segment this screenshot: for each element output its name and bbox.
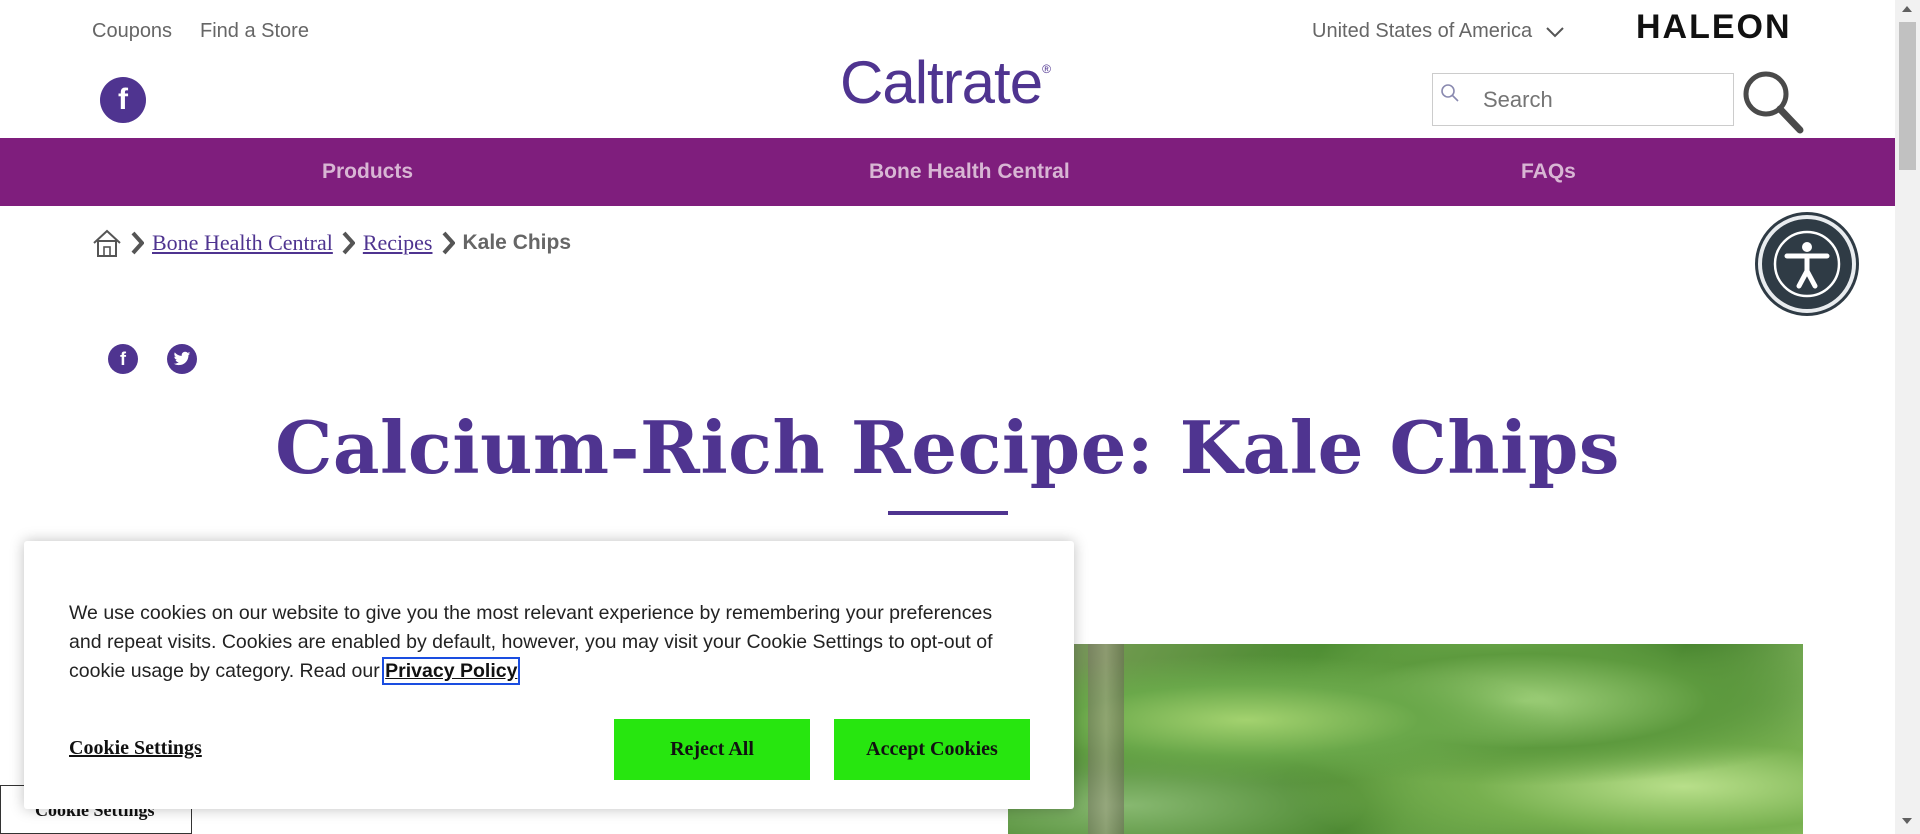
country-label: United States of America: [1312, 20, 1533, 42]
chevron-right-icon: [131, 231, 144, 255]
facebook-icon: f: [120, 348, 126, 369]
search-input[interactable]: [1481, 86, 1725, 114]
title-divider: [888, 511, 1008, 515]
brand-logo-text: Caltrate: [840, 49, 1043, 116]
cookie-settings-link[interactable]: Cookie Settings: [69, 737, 202, 760]
facebook-icon[interactable]: f: [100, 77, 146, 123]
search-field: [1432, 73, 1734, 126]
scrollbar[interactable]: [1895, 0, 1920, 834]
privacy-policy-link[interactable]: Privacy Policy: [382, 657, 521, 685]
breadcrumb-bone-health-central[interactable]: Bone Health Central: [152, 230, 333, 256]
main-nav: Products Bone Health Central FAQs: [0, 138, 1895, 206]
share-facebook-button[interactable]: f: [108, 344, 138, 374]
registered-mark: ®: [1042, 62, 1051, 76]
find-store-link[interactable]: Find a Store: [200, 20, 309, 43]
chevron-right-icon: [342, 231, 355, 255]
accessibility-button[interactable]: [1758, 215, 1856, 313]
home-icon[interactable]: [92, 228, 122, 258]
reject-all-button[interactable]: Reject All: [614, 719, 810, 780]
brand-logo[interactable]: Caltrate®: [840, 48, 1051, 117]
search-button[interactable]: [1740, 68, 1804, 134]
kale-chips-image: [1008, 644, 1803, 834]
scroll-down-icon[interactable]: [1902, 818, 1912, 824]
nav-item-faqs[interactable]: FAQs: [1521, 160, 1576, 184]
accessibility-icon: [1773, 230, 1841, 298]
nav-item-bone-health-central[interactable]: Bone Health Central: [869, 160, 1070, 184]
scrollbar-thumb[interactable]: [1899, 22, 1916, 170]
chevron-down-icon: [1546, 26, 1564, 37]
breadcrumb-recipes[interactable]: Recipes: [363, 230, 433, 256]
cookie-message: We use cookies on our website to give yo…: [69, 599, 1029, 686]
country-selector[interactable]: United States of America: [1312, 20, 1564, 43]
haleon-logo[interactable]: HALEON: [1636, 8, 1792, 47]
cookie-banner: We use cookies on our website to give yo…: [24, 541, 1074, 809]
search-icon: [1441, 84, 1459, 102]
nav-item-products[interactable]: Products: [322, 160, 413, 184]
breadcrumb: Bone Health Central Recipes Kale Chips: [92, 228, 571, 258]
accept-cookies-button[interactable]: Accept Cookies: [834, 719, 1030, 780]
share-twitter-button[interactable]: [167, 344, 197, 374]
twitter-icon: [173, 351, 191, 366]
coupons-link[interactable]: Coupons: [92, 20, 172, 43]
scroll-up-icon[interactable]: [1902, 6, 1912, 12]
cookie-message-text: We use cookies on our website to give yo…: [69, 602, 993, 682]
page-title: Calcium-Rich Recipe: Kale Chips: [275, 405, 1620, 490]
chevron-right-icon: [442, 231, 455, 255]
breadcrumb-current: Kale Chips: [462, 231, 572, 254]
header: Coupons Find a Store f Caltrate® United …: [0, 0, 1895, 138]
